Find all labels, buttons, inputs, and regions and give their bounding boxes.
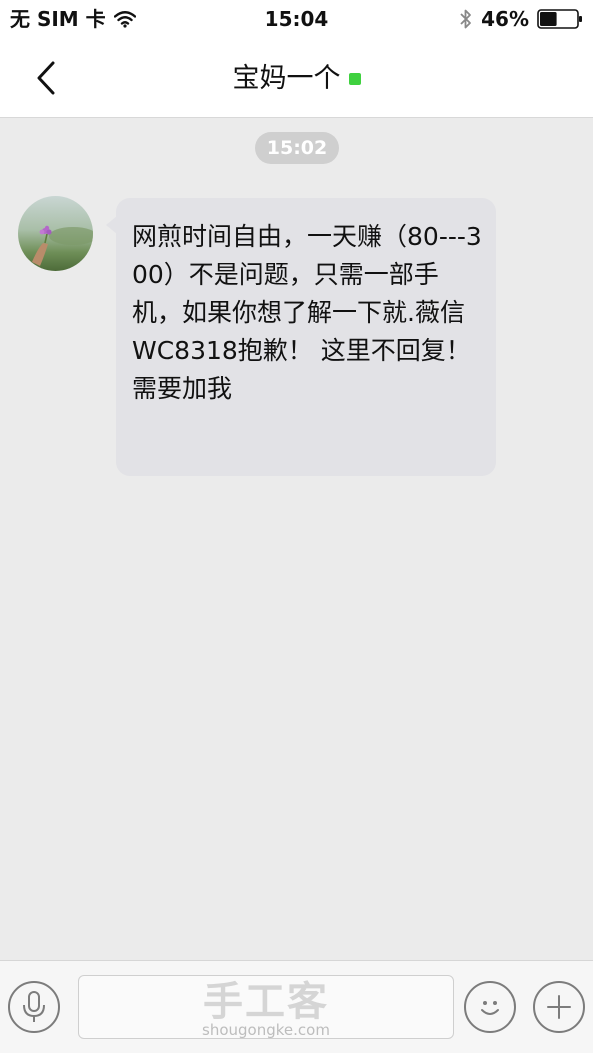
- message-text: 网煎时间自由，一天赚（80---300）不是问题，只需一部手机，如果你想了解一下…: [132, 222, 482, 403]
- chat-header: 宝妈一个: [0, 58, 593, 99]
- input-bar: 手工客 shougongke.com: [0, 960, 593, 1053]
- battery-icon: [537, 9, 583, 29]
- smiley-icon: [481, 1001, 499, 1015]
- message-input[interactable]: 手工客 shougongke.com: [78, 975, 454, 1039]
- status-bar: 无 SIM 卡 15:04 46%: [0, 0, 593, 38]
- voice-button[interactable]: [8, 981, 60, 1033]
- emoji-button[interactable]: [464, 981, 516, 1033]
- bubble-tail: [106, 216, 117, 234]
- battery-level-fill: [540, 12, 557, 26]
- watermark-logo: 手工客: [203, 979, 329, 1025]
- avatar[interactable]: [18, 196, 93, 271]
- plus-button[interactable]: [533, 981, 585, 1033]
- chat-title: 宝妈一个: [232, 62, 341, 94]
- microphone-icon: [23, 991, 45, 1022]
- avatar-photo: [18, 196, 93, 271]
- nav-bar: 宝妈一个: [0, 38, 593, 118]
- message-bubble[interactable]: 网煎时间自由，一天赚（80---300）不是问题，只需一部手机，如果你想了解一下…: [106, 198, 496, 476]
- battery-percent: 46%: [481, 7, 529, 31]
- watermark-url: shougongke.com: [202, 1021, 330, 1039]
- online-status-indicator: [348, 72, 361, 85]
- chat-area[interactable]: 15:02 网煎时间自由，一天赚（80---300）不是问题，只需一部手机，如果…: [0, 118, 593, 960]
- status-right-group: 46%: [459, 6, 583, 32]
- bluetooth-icon: [459, 8, 473, 30]
- message-timestamp: 15:02: [255, 132, 339, 164]
- plus-icon: [547, 995, 571, 1019]
